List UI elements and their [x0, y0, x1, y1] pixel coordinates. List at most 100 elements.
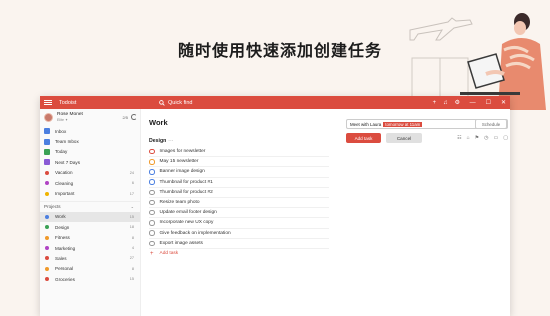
project-dot-icon: [45, 277, 49, 282]
app-name: Todoist: [59, 99, 77, 106]
item-count: 15: [129, 277, 134, 282]
progress-ring-icon[interactable]: [131, 114, 137, 120]
quick-find-placeholder: Quick find: [168, 99, 193, 106]
sidebar-item-sales[interactable]: Sales 27: [40, 253, 140, 263]
checkbox-icon[interactable]: [149, 240, 155, 247]
task-row[interactable]: Incorporate new UX copy: [149, 218, 329, 229]
task-row[interactable]: Thumbnail for product #1: [149, 178, 329, 188]
team-inbox-icon: [44, 138, 50, 145]
checkbox-icon[interactable]: [149, 230, 155, 236]
checkbox-icon[interactable]: [149, 209, 155, 216]
sidebar-item-label: Vacation: [55, 170, 73, 176]
reminder-icon[interactable]: ◷: [484, 135, 488, 141]
checkbox-icon[interactable]: [149, 179, 155, 185]
sidebar: Rose Monet Elite ✦ 2/5 Inbox Team Inbox …: [40, 109, 141, 316]
item-count: 15: [129, 214, 134, 219]
task-label: Export image assets: [159, 240, 203, 246]
sidebar-item-vacation[interactable]: Vacation 24: [40, 168, 140, 178]
sidebar-item-next-7-days[interactable]: Next 7 Days: [40, 157, 140, 167]
sidebar-item-design[interactable]: Design 18: [40, 222, 140, 232]
checkbox-icon[interactable]: [149, 199, 155, 206]
task-label: Resize team photo: [159, 200, 200, 206]
page-title: Work: [149, 118, 168, 127]
main-pane: Work Design ⋯ Images for newsletter May 1…: [141, 109, 510, 316]
screen-icon[interactable]: ▢: [503, 135, 508, 141]
schedule-button[interactable]: Schedule: [475, 119, 507, 129]
sidebar-item-label: Cleaning: [55, 180, 74, 186]
project-dot-icon: [45, 214, 49, 219]
sidebar-item-work[interactable]: Work 15: [40, 211, 140, 223]
checkbox-icon[interactable]: [149, 148, 155, 155]
task-label: Images for newsletter: [159, 149, 206, 155]
sidebar-item-groceries[interactable]: Groceries 15: [40, 274, 140, 284]
task-row[interactable]: Resize team photo: [149, 198, 329, 209]
task-label: Banner image design: [159, 169, 205, 175]
sidebar-item-label: Next 7 Days: [55, 159, 81, 165]
sidebar-item-label: Fitness: [55, 235, 70, 241]
project-dot-icon: [45, 235, 49, 240]
sidebar-item-inbox[interactable]: Inbox: [40, 126, 140, 136]
cancel-button[interactable]: Cancel: [386, 133, 422, 143]
item-count: 8: [131, 235, 134, 240]
chevron-down-icon[interactable]: ⌄: [131, 204, 134, 209]
bell-icon[interactable]: ♫: [443, 100, 448, 106]
sidebar-item-today[interactable]: Today: [40, 147, 140, 157]
task-row[interactable]: Update email footer design: [149, 208, 329, 219]
calendar-icon: [44, 159, 50, 166]
projects-header[interactable]: Projects ⌄: [40, 200, 140, 212]
task-row[interactable]: Export image assets: [149, 239, 329, 249]
today-icon: [44, 148, 50, 155]
task-row[interactable]: Thumbnail for product #2: [149, 188, 329, 198]
checkbox-icon[interactable]: [149, 189, 155, 196]
sidebar-item-team-inbox[interactable]: Team Inbox: [40, 136, 140, 146]
sidebar-item-fitness[interactable]: Fitness 8: [40, 233, 140, 243]
label-dot-icon: [45, 191, 49, 196]
task-row[interactable]: Give feedback on implementation: [149, 229, 329, 239]
promo-headline: 随时使用快速添加创建任务: [177, 41, 382, 60]
checkbox-icon[interactable]: [149, 169, 155, 175]
title-bar: Todoist Quick find + ♫ ⚙ — ☐ ✕: [40, 96, 510, 109]
item-count: 24: [129, 170, 134, 175]
sidebar-item-cleaning[interactable]: Cleaning 6: [40, 178, 140, 188]
user-name: Rose Monet: [57, 112, 83, 117]
user-profile[interactable]: Rose Monet Elite ✦ 2/5: [40, 109, 140, 126]
add-task-link[interactable]: + Add task: [149, 249, 329, 259]
menu-icon[interactable]: [44, 100, 52, 105]
item-count: 17: [129, 191, 134, 196]
flag-icon[interactable]: ⚑: [475, 135, 479, 141]
task-row[interactable]: Banner image design: [149, 167, 329, 178]
label-dot-icon: [45, 170, 49, 175]
project-dot-icon: [45, 256, 49, 261]
more-icon[interactable]: ⋯: [168, 138, 173, 144]
add-task-button[interactable]: Add task: [346, 133, 381, 143]
comment-icon[interactable]: ▭: [494, 135, 499, 141]
item-count: 8: [131, 266, 134, 271]
task-row[interactable]: May 15 newsletter: [149, 157, 329, 168]
checkbox-icon[interactable]: [149, 220, 155, 226]
minimize-button[interactable]: —: [470, 100, 476, 106]
task-label: Update email footer design: [159, 210, 217, 216]
quick-find[interactable]: Quick find: [159, 100, 192, 106]
task-row[interactable]: Images for newsletter: [149, 147, 329, 158]
label-icon[interactable]: ⌂: [467, 135, 470, 141]
gear-icon[interactable]: ⚙: [455, 99, 460, 106]
sidebar-item-label: Team Inbox: [55, 139, 79, 145]
inbox-icon: [44, 128, 50, 135]
sidebar-item-personal[interactable]: Personal 8: [40, 264, 140, 274]
item-count: 6: [131, 181, 134, 186]
close-button[interactable]: ✕: [501, 99, 506, 106]
sidebar-item-important[interactable]: Important 17: [40, 188, 140, 198]
label-dot-icon: [45, 181, 49, 186]
search-icon: [159, 99, 165, 106]
task-list: Images for newsletter May 15 newsletter …: [149, 147, 329, 259]
sidebar-item-label: Marketing: [55, 245, 76, 251]
sidebar-item-label: Sales: [55, 255, 67, 261]
item-count: 4: [131, 246, 134, 251]
maximize-button[interactable]: ☐: [486, 99, 491, 106]
checkbox-icon[interactable]: [149, 159, 155, 165]
sidebar-item-marketing[interactable]: Marketing 4: [40, 243, 140, 253]
task-input[interactable]: Meet with Laura tomorrow at 11am Schedul…: [346, 119, 508, 129]
plus-icon[interactable]: +: [433, 100, 437, 106]
person-with-laptop-illustration: [409, 13, 546, 110]
project-icon[interactable]: ☷: [457, 135, 461, 141]
